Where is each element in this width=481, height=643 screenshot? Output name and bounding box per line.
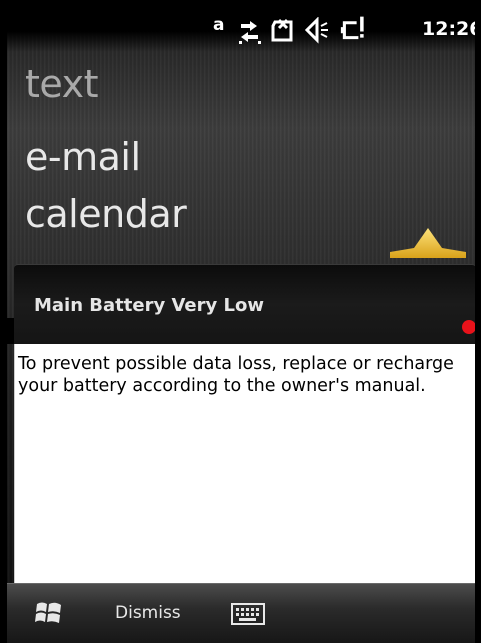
menu-item-email[interactable]: e-mail: [25, 135, 141, 179]
up-arrow-icon[interactable]: [388, 226, 468, 262]
data-sync-icon: [239, 21, 261, 44]
menu-item-calendar[interactable]: calendar: [25, 192, 187, 236]
notification-body: To prevent possible data loss, replace o…: [14, 344, 476, 583]
softkey-bar: Dismiss: [7, 583, 475, 643]
alert-dot-icon: [462, 320, 476, 334]
screen-frame-right: [475, 0, 481, 643]
keyboard-icon[interactable]: [231, 603, 265, 625]
network-indicator: a: [213, 15, 225, 35]
no-sim-icon: [271, 18, 293, 42]
status-bar[interactable]: a 12:26: [7, 0, 481, 52]
dismiss-button[interactable]: Dismiss: [115, 603, 181, 623]
notification-message: To prevent possible data loss, replace o…: [18, 354, 454, 396]
device-screen: a 12:26 text e-mail calendar Main Batter…: [0, 0, 481, 643]
card-edge-tab: [7, 318, 14, 344]
low-battery-icon: [340, 16, 364, 40]
notification-title: Main Battery Very Low: [34, 295, 264, 316]
windows-start-icon[interactable]: [34, 599, 64, 629]
notification-header: Main Battery Very Low: [14, 264, 476, 344]
screen-frame-left: [0, 0, 7, 643]
speaker-icon: [304, 17, 328, 44]
clock: 12:26: [422, 18, 481, 40]
menu-item-text[interactable]: text: [25, 62, 99, 106]
